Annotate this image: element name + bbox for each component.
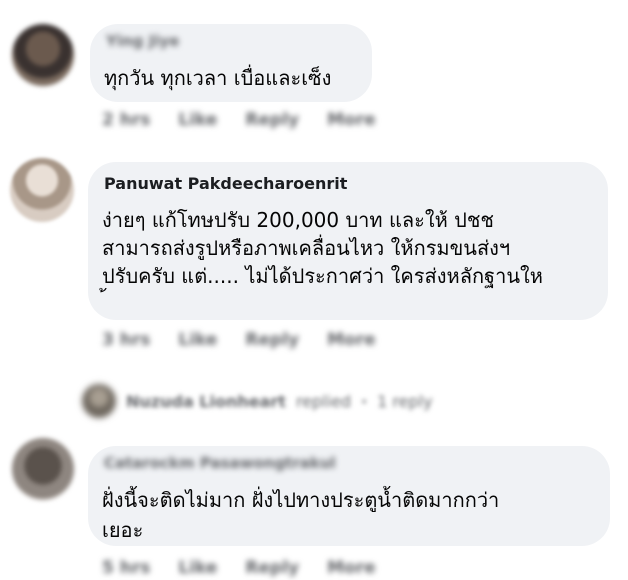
like-button[interactable]: Like xyxy=(178,558,217,578)
comment-actions: 2 hrs Like Reply More xyxy=(102,110,376,130)
comment-author[interactable]: Catarockm Pasawongtrakul xyxy=(104,454,336,472)
reply-verb: replied xyxy=(295,391,352,411)
reply-button[interactable]: Reply xyxy=(245,330,299,350)
comment-author[interactable]: Ying Jiye xyxy=(106,32,179,50)
avatar xyxy=(82,384,116,418)
comment-author[interactable]: Panuwat Pakdeecharoenrit xyxy=(104,174,347,193)
reply-count: 1 reply xyxy=(377,391,433,411)
avatar[interactable] xyxy=(10,158,74,222)
more-button[interactable]: More xyxy=(327,558,376,578)
view-replies-link[interactable]: Nuzuda Lionheart replied · 1 reply xyxy=(82,384,433,418)
timestamp: 3 hrs xyxy=(102,330,151,350)
like-button[interactable]: Like xyxy=(178,110,217,130)
comment-thread: Ying Jiye ทุกวัน ทุกเวลา เบื่อและเซ็ง 2 … xyxy=(0,0,628,580)
comment-text: ทุกวัน ทุกเวลา เบื่อและเซ็ง xyxy=(104,66,332,90)
timestamp: 2 hrs xyxy=(102,110,151,130)
reply-separator: · xyxy=(361,391,368,411)
avatar[interactable] xyxy=(12,438,74,500)
timestamp: 5 hrs xyxy=(102,558,151,578)
comment-actions: 3 hrs Like Reply More xyxy=(102,330,376,350)
more-button[interactable]: More xyxy=(327,330,376,350)
comment-text-line: เยอะ xyxy=(102,518,144,542)
comment-text-line: ปรับครับ แต่..... ไม่ได้ประกาศว่า ใครส่ง… xyxy=(102,264,543,288)
comment-text-line: ฝั่งนี้จะติดไม่มาก ฝั่งไปทางประตูน้ำติดม… xyxy=(102,488,500,512)
comment-actions: 5 hrs Like Reply More xyxy=(102,558,376,578)
reply-button[interactable]: Reply xyxy=(245,558,299,578)
reply-button[interactable]: Reply xyxy=(245,110,299,130)
more-button[interactable]: More xyxy=(327,110,376,130)
avatar[interactable] xyxy=(12,24,74,86)
reply-author: Nuzuda Lionheart xyxy=(126,391,286,411)
like-button[interactable]: Like xyxy=(178,330,217,350)
